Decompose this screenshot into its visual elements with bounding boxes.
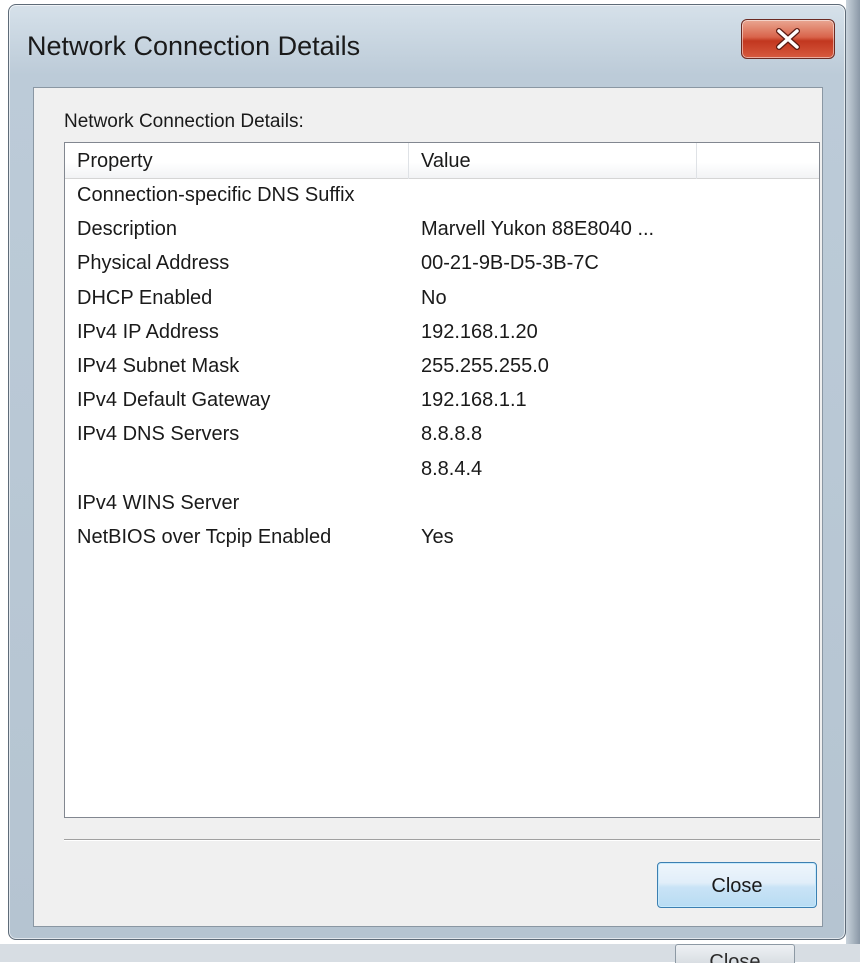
table-row[interactable]: IPv4 DNS Servers 8.8.8.8: [65, 419, 819, 453]
separator: [64, 839, 820, 841]
column-header-value[interactable]: Value: [409, 143, 697, 179]
property-cell: Description: [77, 218, 178, 241]
list-rows: Connection-specific DNS Suffix Descripti…: [65, 180, 819, 556]
property-cell: IPv4 WINS Server: [77, 491, 240, 514]
value-cell: Yes: [421, 525, 454, 548]
value-cell: 8.8.4.4: [421, 457, 483, 480]
close-button[interactable]: Close: [657, 862, 817, 908]
table-row[interactable]: IPv4 Default Gateway 192.168.1.1: [65, 385, 819, 419]
column-header-property[interactable]: Property: [65, 143, 409, 179]
window-close-button[interactable]: [741, 19, 835, 59]
table-row[interactable]: DHCP Enabled No: [65, 283, 819, 317]
value-cell: 00-21-9B-D5-3B-7C: [421, 252, 599, 275]
property-cell: IPv4 DNS Servers: [77, 423, 240, 446]
close-x-icon: [776, 28, 800, 50]
property-cell: IPv4 IP Address: [77, 320, 219, 343]
section-label: Network Connection Details:: [64, 111, 304, 132]
background-window-edge: [846, 0, 860, 962]
table-row[interactable]: 8.8.4.4: [65, 454, 819, 488]
window-title: Network Connection Details: [27, 31, 361, 61]
table-row[interactable]: NetBIOS over Tcpip Enabled Yes: [65, 522, 819, 556]
column-header-filler: [697, 143, 819, 179]
background-close-button: Close: [675, 944, 795, 963]
property-cell: Connection-specific DNS Suffix: [77, 184, 355, 206]
table-row[interactable]: IPv4 IP Address 192.168.1.20: [65, 317, 819, 351]
table-row[interactable]: Description Marvell Yukon 88E8040 ...: [65, 214, 819, 248]
table-row[interactable]: Connection-specific DNS Suffix: [65, 180, 819, 214]
dialog-client-area: Network Connection Details: Property Val…: [33, 87, 823, 927]
table-row[interactable]: IPv4 WINS Server: [65, 488, 819, 522]
value-cell: 192.168.1.20: [421, 320, 538, 343]
property-cell: NetBIOS over Tcpip Enabled: [77, 525, 332, 548]
property-cell: Physical Address: [77, 252, 230, 275]
value-cell: Marvell Yukon 88E8040 ...: [421, 218, 655, 241]
value-cell: No: [421, 286, 447, 309]
details-list-view[interactable]: Property Value Connection-specific DNS S…: [64, 142, 820, 818]
value-cell: 255.255.255.0: [421, 354, 549, 377]
list-header: Property Value: [65, 143, 819, 179]
property-cell: IPv4 Subnet Mask: [77, 354, 240, 377]
network-connection-details-dialog: Network Connection Details Network Conne…: [8, 4, 846, 940]
property-cell: DHCP Enabled: [77, 286, 213, 309]
table-row[interactable]: IPv4 Subnet Mask 255.255.255.0: [65, 351, 819, 385]
value-cell: 8.8.8.8: [421, 423, 483, 446]
title-bar: Network Connection Details: [9, 5, 845, 87]
value-cell: 192.168.1.1: [421, 389, 527, 412]
property-cell: IPv4 Default Gateway: [77, 389, 271, 412]
table-row[interactable]: Physical Address 00-21-9B-D5-3B-7C: [65, 248, 819, 282]
